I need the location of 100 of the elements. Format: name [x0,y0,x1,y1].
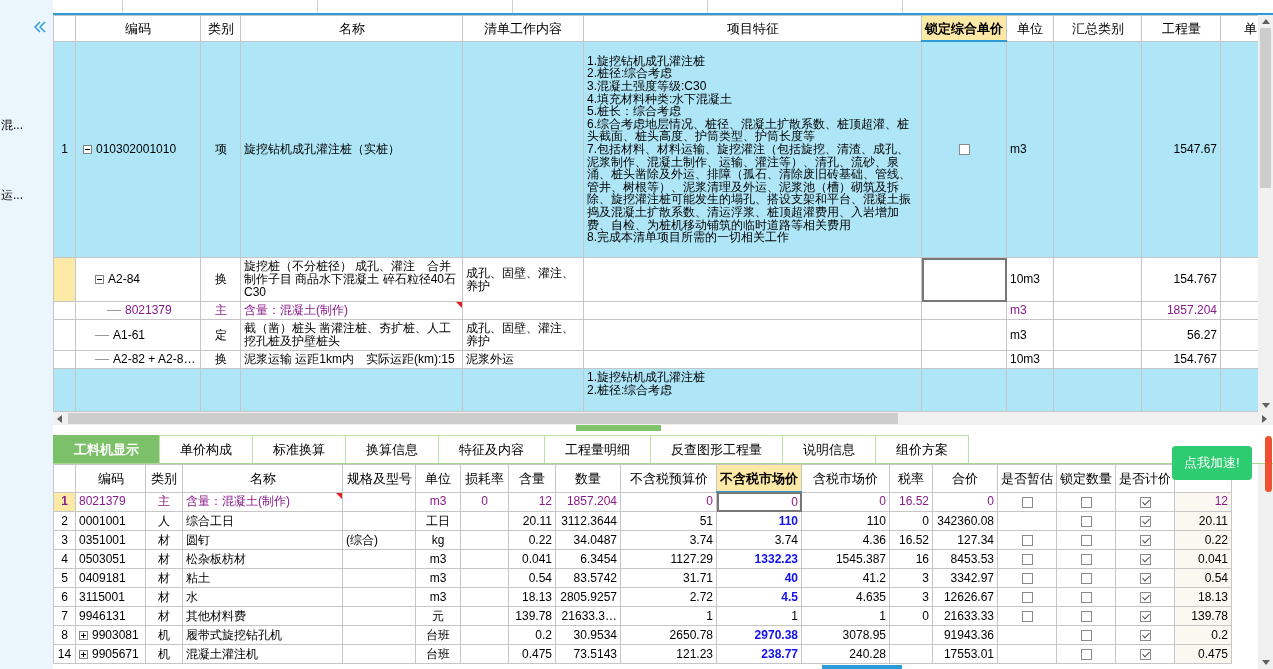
checkbox[interactable] [1021,534,1033,546]
checkbox[interactable] [1080,534,1092,546]
checkbox[interactable] [1021,572,1033,584]
table-cell: 综合工日 [182,511,343,531]
table-cell: 1857.204 [1141,301,1221,320]
checkbox[interactable] [958,144,970,156]
checkbox[interactable] [1021,591,1033,603]
scrollbar[interactable] [53,412,1273,425]
table-cell: 1545.387 [801,549,890,569]
splitter-handle[interactable] [575,425,661,431]
checkbox[interactable] [1139,591,1151,603]
checkbox[interactable] [1080,591,1092,603]
table-cell: 材 [145,549,183,569]
table-row[interactable]: 1.旋挖钻机成孔灌注桩 2.桩径:综合考虑 [53,368,1258,412]
table-cell: 1 [53,41,76,258]
column-header: 不含税市场价 [716,464,802,492]
table-cell: m3 [1006,319,1054,351]
table-cell: 30.9534 [555,625,621,645]
table-cell: A2-82 + A2-8… [113,353,196,366]
column-header: 名称 [240,15,463,41]
column-header: 是否暂估 [997,464,1057,492]
sidebar-item[interactable]: 运... [1,188,53,202]
down-arrow-icon[interactable] [1261,660,1270,665]
table-cell: 成孔、固壁、灌注、养护 [462,319,584,351]
checkbox[interactable] [1080,572,1092,584]
table-cell: 0 [801,492,890,512]
table-cell: 2805.9257 [555,587,621,607]
table-cell: 8 [53,625,76,645]
checkbox[interactable] [1080,553,1092,565]
column-header: 名称 [182,464,343,492]
table-cell: 元 [415,606,461,626]
table-cell: 其他材料费 [182,606,343,626]
scrollbar[interactable] [1258,15,1273,412]
minus-icon[interactable] [83,144,92,154]
double-chevron-icon[interactable] [34,21,46,33]
tab[interactable]: 单价构成 [159,435,253,463]
table-cell: 34.0487 [555,530,621,550]
table-cell: 3078.95 [801,625,890,645]
table-cell: 1 [53,492,76,512]
column-header: 类别 [200,15,241,41]
table-cell: 12 [508,492,556,512]
table-cell: 56.27 [1141,319,1221,351]
checkbox[interactable] [1139,629,1151,641]
checkbox[interactable] [1080,648,1092,660]
table-cell: 1 [716,606,802,626]
table-cell: 3342.97 [932,568,998,588]
minus-icon[interactable] [95,275,104,284]
table-cell: 材 [145,568,183,588]
checkbox[interactable] [1139,553,1151,565]
table-cell: 1547.67 [1141,41,1221,258]
table-cell: 110 [801,511,890,531]
table-cell: (综合) [342,530,416,550]
table-cell: 4.36 [801,530,890,550]
table-cell: 1 [801,606,890,626]
column-header: 工程量 [1141,15,1221,41]
table-cell: 3115001 [79,590,125,604]
checkbox[interactable] [1139,496,1151,508]
checkbox[interactable] [1021,553,1033,565]
table-cell: 混凝土灌注机 [182,644,343,664]
checkbox[interactable] [1080,610,1092,622]
table-cell: 1857.204 [555,492,621,512]
table-cell: 成孔、固壁、灌注、养护 [462,257,584,302]
plus-icon[interactable] [79,630,88,640]
tab[interactable]: 组价方案 [875,435,969,463]
scrollbar[interactable] [1258,464,1273,669]
scrollbar-thumb[interactable] [822,665,902,669]
checkbox[interactable] [1080,496,1092,508]
table-cell: 6.3454 [555,549,621,569]
table-cell: 7 [53,606,76,626]
table-cell: 材 [145,606,183,626]
table-cell: 0001001 [79,514,126,528]
table-cell: 履带式旋挖钻孔机 [182,625,343,645]
table-cell: 91943.36 [932,625,998,645]
table-cell: m3 [415,587,461,607]
feature-text: 1.旋挖钻机成孔灌注桩 2.桩径:综合考虑 3.混凝土强度等级:C30 4.填充材料种类:水下混凝土 5.桩长：综合考虑 6.综合考虑地层情况、桩径、混凝土扩散系数、桩顶超灌、桩头截面、桩头高度、护筒类型、护筒长度等 7.包括材料、材料运输、旋挖灌注（包括旋挖、清渣、成孔、泥浆制作、混凝土制作、运输、灌注等）、清孔、流砂、泉涌、桩头凿除及外运、排障（孤石、清除废旧砖基础、管线、管井、树根等）、泥浆清理及外运、泥浆池（槽）砌筑及拆除、旋挖灌注桩可能发生的塌孔、搭设支架和平台、混凝土振捣及混凝土扩散系数、清运浮浆、桩顶超灌费用、入岩增加费、自检、为桩机移动铺筑的临时道路等相关费用 8.完成本清单项目所需的一切相关工作 [587,54,912,244]
checkbox[interactable] [1080,629,1092,641]
table-cell: 机 [145,625,183,645]
table-cell: 73.5143 [555,644,621,664]
checkbox[interactable] [1139,534,1151,546]
table-cell: 10m3 [1006,257,1054,302]
table-row[interactable] [53,41,1258,258]
checkbox[interactable] [1021,496,1033,508]
sidebar-item[interactable]: 混... [1,118,53,132]
checkbox[interactable] [1139,572,1151,584]
checkbox[interactable] [1080,515,1092,527]
table-cell: 3.74 [620,530,717,550]
table-cell: 0 [716,492,802,512]
table-cell: 21633.3… [555,606,621,626]
table-cell: 含量：混凝土(制作) [182,492,343,512]
scroll-indicator[interactable] [1265,436,1272,492]
plus-icon[interactable] [79,649,88,659]
table-cell: 泥浆运输 运距1km内 实际运距(km):15 [240,350,463,369]
checkbox[interactable] [1139,515,1151,527]
table-cell: 41.2 [801,568,890,588]
table-cell: 240.28 [801,644,890,664]
checkbox[interactable] [1139,648,1151,660]
table-cell: 含量：混凝土(制作) [240,301,463,320]
checkbox[interactable] [1021,610,1033,622]
table-cell: 材 [145,530,183,550]
checkbox[interactable] [1139,610,1151,622]
